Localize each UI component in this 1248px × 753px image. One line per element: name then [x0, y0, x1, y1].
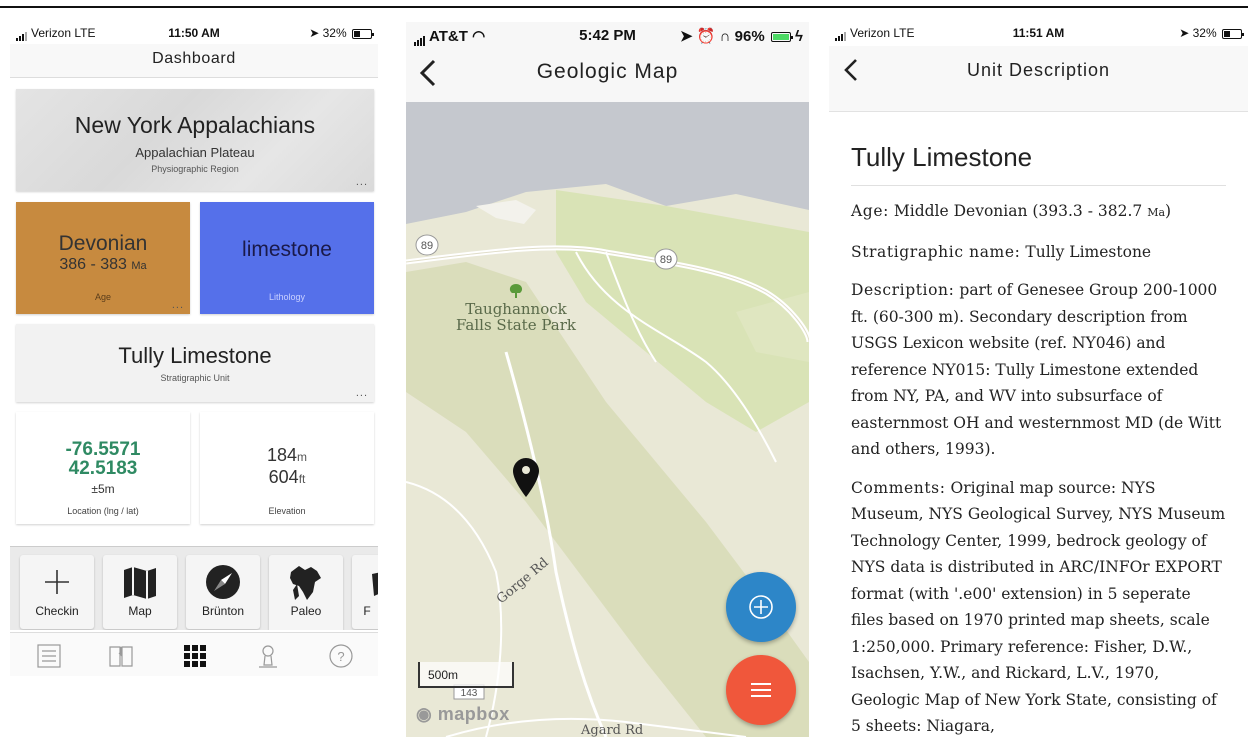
- route-89-label-b: 89: [660, 254, 672, 266]
- region-subtitle: Appalachian Plateau: [135, 145, 255, 160]
- tool-row[interactable]: Checkin Map Brünton Paleo F: [10, 546, 378, 630]
- book-icon[interactable]: [108, 643, 134, 669]
- partial-tool-icon: [372, 572, 378, 596]
- strat-unit-more-icon[interactable]: ...: [356, 387, 368, 399]
- location-label: Location (lng / lat): [67, 506, 139, 516]
- compass-icon: [206, 565, 240, 599]
- map-screen: AT&T ◠ 5:42 PM ➤ ⏰ ∩ 96% ϟ Geologic Map: [406, 22, 809, 737]
- checkin-button[interactable]: Checkin: [20, 555, 94, 629]
- battery-icon: [770, 32, 793, 43]
- status-bar: AT&T ◠ 5:42 PM ➤ ⏰ ∩ 96% ϟ: [406, 22, 809, 48]
- location-arrow-icon: ➤: [680, 28, 693, 45]
- plus-icon: [45, 570, 69, 594]
- dashboard-screen: Verizon LTE 11:50 AM ➤ 32% Dashboard New…: [10, 22, 378, 753]
- help-icon[interactable]: ?: [328, 643, 354, 669]
- location-accuracy: ±5m: [91, 482, 115, 496]
- region-more-icon[interactable]: ...: [356, 176, 368, 188]
- elevation-card[interactable]: 184m 604ft Elevation: [200, 412, 374, 524]
- location-lng: -76.5571: [65, 439, 141, 460]
- lithology-value: limestone: [242, 238, 332, 261]
- paleo-map-icon: [290, 566, 321, 600]
- route-143-label: 143: [461, 688, 478, 699]
- add-point-button[interactable]: [726, 572, 796, 642]
- age-period: Devonian: [58, 232, 148, 255]
- route-89-label-a: 89: [421, 240, 433, 252]
- age-range: 386 - 383 Ma: [59, 256, 147, 273]
- map-view[interactable]: 89 89 Taughannock Falls State Park Gorge…: [406, 102, 809, 737]
- strat-unit-title: Tully Limestone: [118, 343, 272, 368]
- comments-field: Comments: Original map source: NYS Museu…: [851, 478, 1226, 736]
- hamburger-icon: [751, 683, 771, 697]
- grid-icon[interactable]: [182, 643, 208, 669]
- page-title: Geologic Map: [536, 60, 679, 83]
- unit-document: Tully Limestone Age: Middle Devonian (39…: [829, 142, 1248, 740]
- strat-name-field: Stratigraphic name: Tully Limestone: [851, 242, 1152, 261]
- strat-unit-label: Stratigraphic Unit: [160, 373, 230, 383]
- age-more-icon[interactable]: ...: [172, 299, 184, 311]
- dashboard-cards: New York Appalachians Appalachian Platea…: [10, 22, 378, 542]
- more-tool-button[interactable]: F: [352, 555, 378, 629]
- back-chevron-icon[interactable]: [416, 58, 438, 88]
- top-divider: [0, 6, 1248, 8]
- strat-unit-card[interactable]: Tully Limestone Stratigraphic Unit ...: [16, 324, 374, 402]
- status-right: ➤ ⏰ ∩ 96% ϟ: [680, 27, 803, 45]
- elevation-meters: 184m: [266, 445, 308, 465]
- location-lat: 42.5183: [68, 458, 138, 479]
- nav-bar: Unit Description: [829, 46, 1248, 112]
- page-title: Unit Description: [966, 60, 1111, 80]
- battery-icon: [1222, 28, 1244, 39]
- elevation-feet: 604ft: [268, 467, 306, 487]
- region-card[interactable]: New York Appalachians Appalachian Platea…: [16, 89, 374, 191]
- person-icon[interactable]: [255, 643, 281, 669]
- charging-icon: ϟ: [795, 28, 803, 45]
- mapbox-logo: ◉ mapbox: [416, 704, 510, 724]
- paleo-button[interactable]: Paleo: [269, 555, 343, 630]
- location-card[interactable]: -76.5571 42.5183 ±5m Location (lng / lat…: [16, 412, 190, 524]
- agard-rd-label: Agard Rd: [580, 723, 643, 737]
- plus-circle-icon: [749, 595, 773, 619]
- location-arrow-icon: ➤: [1179, 26, 1190, 40]
- status-bar: Verizon LTE 11:51 AM ➤ 32%: [829, 22, 1248, 46]
- tab-bar: ?: [10, 632, 378, 676]
- alarm-icon: ⏰: [696, 28, 716, 45]
- age-label: Age: [94, 292, 111, 302]
- description-field: Description: part of Genesee Group 200-1…: [851, 281, 1222, 458]
- brunton-button[interactable]: Brünton: [186, 555, 260, 629]
- nav-bar: Geologic Map: [406, 48, 809, 102]
- mapbox-logo-icon: ◉: [416, 704, 433, 724]
- scale-bar: 500m: [418, 662, 514, 688]
- back-chevron-icon[interactable]: [839, 56, 861, 86]
- list-icon[interactable]: [36, 643, 62, 669]
- age-field: Age: Middle Devonian (393.3 - 382.7 Ma): [851, 202, 1172, 220]
- region-title: New York Appalachians: [74, 112, 316, 138]
- map-icon: [124, 567, 156, 599]
- menu-button[interactable]: [726, 655, 796, 725]
- lithology-label: Lithology: [268, 292, 306, 302]
- elevation-label: Elevation: [268, 506, 306, 516]
- unit-heading: Tully Limestone: [851, 142, 1226, 186]
- map-button[interactable]: Map: [103, 555, 177, 629]
- park-label-2: Falls State Park: [456, 316, 577, 334]
- headphones-icon: ∩: [719, 28, 731, 45]
- status-right: ➤ 32%: [1179, 26, 1244, 40]
- unit-description-screen: Verizon LTE 11:51 AM ➤ 32% Unit Descript…: [829, 22, 1248, 753]
- svg-text:?: ?: [337, 649, 344, 664]
- battery-percent: 96%: [734, 28, 765, 45]
- age-card[interactable]: Devonian 386 - 383 Ma Age ...: [16, 202, 190, 314]
- lithology-card[interactable]: limestone Lithology: [200, 202, 374, 314]
- region-label: Physiographic Region: [151, 164, 239, 174]
- battery-percent: 32%: [1192, 26, 1217, 40]
